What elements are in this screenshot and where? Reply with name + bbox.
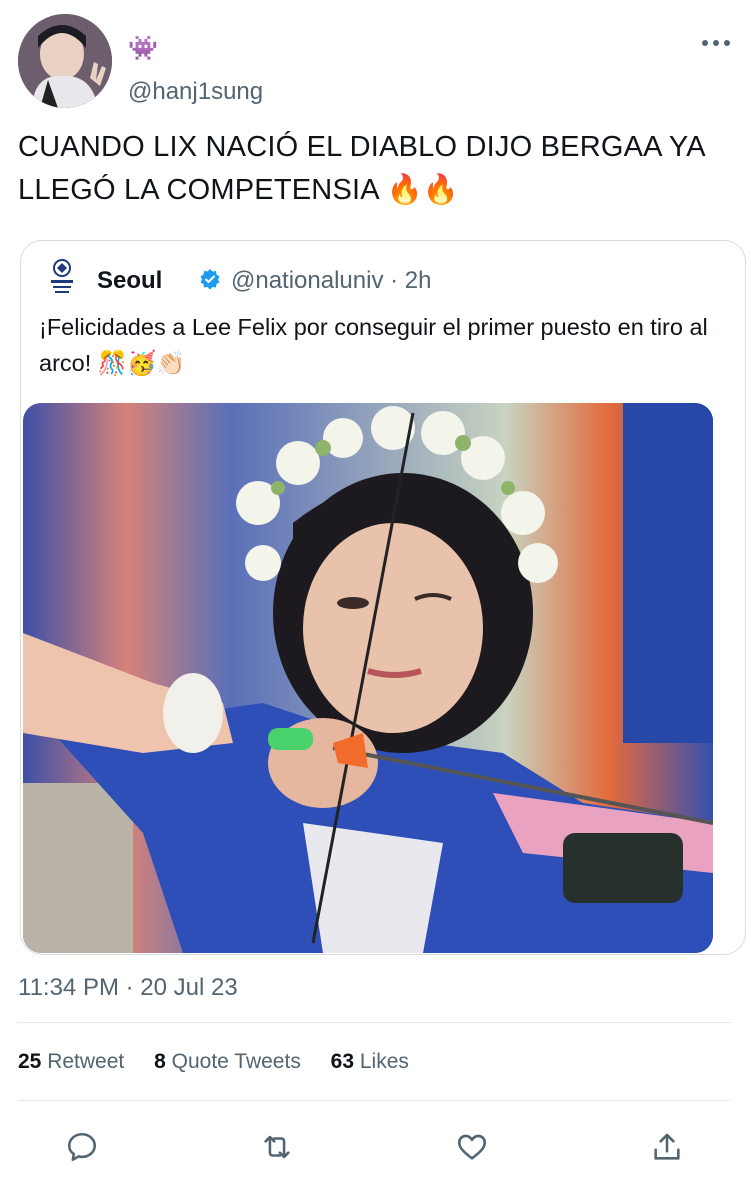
quoted-tweet[interactable]: Seoul @nationaluniv · 2h ¡Felicidades a … (20, 240, 746, 955)
retweets-count: 25 (18, 1050, 42, 1073)
verified-icon (200, 269, 220, 290)
quotes-count: 8 (154, 1050, 166, 1073)
reply-button[interactable] (57, 1122, 107, 1172)
tweet-text: CUANDO LIX NACIÓ EL DIABLO DIJO BERGAA Y… (18, 131, 705, 206)
likes-count: 63 (330, 1050, 355, 1073)
quotes-label: Quote Tweets (171, 1050, 301, 1073)
divider (18, 1100, 731, 1101)
quoted-photo[interactable] (23, 403, 713, 953)
like-icon (457, 1134, 487, 1160)
share-button[interactable] (642, 1122, 692, 1172)
quoted-tweet-header: Seoul @nationaluniv · 2h (47, 259, 727, 299)
reply-icon (67, 1132, 97, 1162)
tweet-timestamp[interactable]: 11:34 PM · 20 Jul 23 (18, 974, 238, 1002)
university-logo-icon (51, 259, 73, 293)
likes-stat[interactable]: 63 Likes (331, 1050, 409, 1074)
display-name[interactable]: 👾 (128, 36, 158, 62)
quoted-tweet-text: ¡Felicidades a Lee Felix por conseguir e… (39, 314, 708, 376)
quotes-stat[interactable]: 8 Quote Tweets (154, 1050, 301, 1074)
author-handle[interactable]: @hanj1sung (128, 78, 263, 106)
likes-label: Likes (359, 1050, 409, 1073)
retweet-icon (264, 1135, 290, 1159)
retweets-stat[interactable]: 25 Retweet (18, 1050, 124, 1074)
share-icon (654, 1133, 680, 1160)
engagement-stats: 25 Retweet 8 Quote Tweets 63 Likes (18, 1050, 433, 1074)
like-button[interactable] (447, 1122, 497, 1172)
tweet-header: 👾 @hanj1sung (18, 14, 731, 114)
retweets-label: Retweet (47, 1050, 125, 1073)
avatar[interactable] (18, 14, 112, 108)
divider (18, 1022, 731, 1023)
more-icon[interactable] (701, 36, 731, 50)
retweet-button[interactable] (252, 1122, 302, 1172)
quoted-handle-time[interactable]: @nationaluniv · 2h (231, 267, 431, 295)
tweet-actions (0, 1122, 749, 1172)
quoted-author-name[interactable]: Seoul (97, 267, 162, 295)
